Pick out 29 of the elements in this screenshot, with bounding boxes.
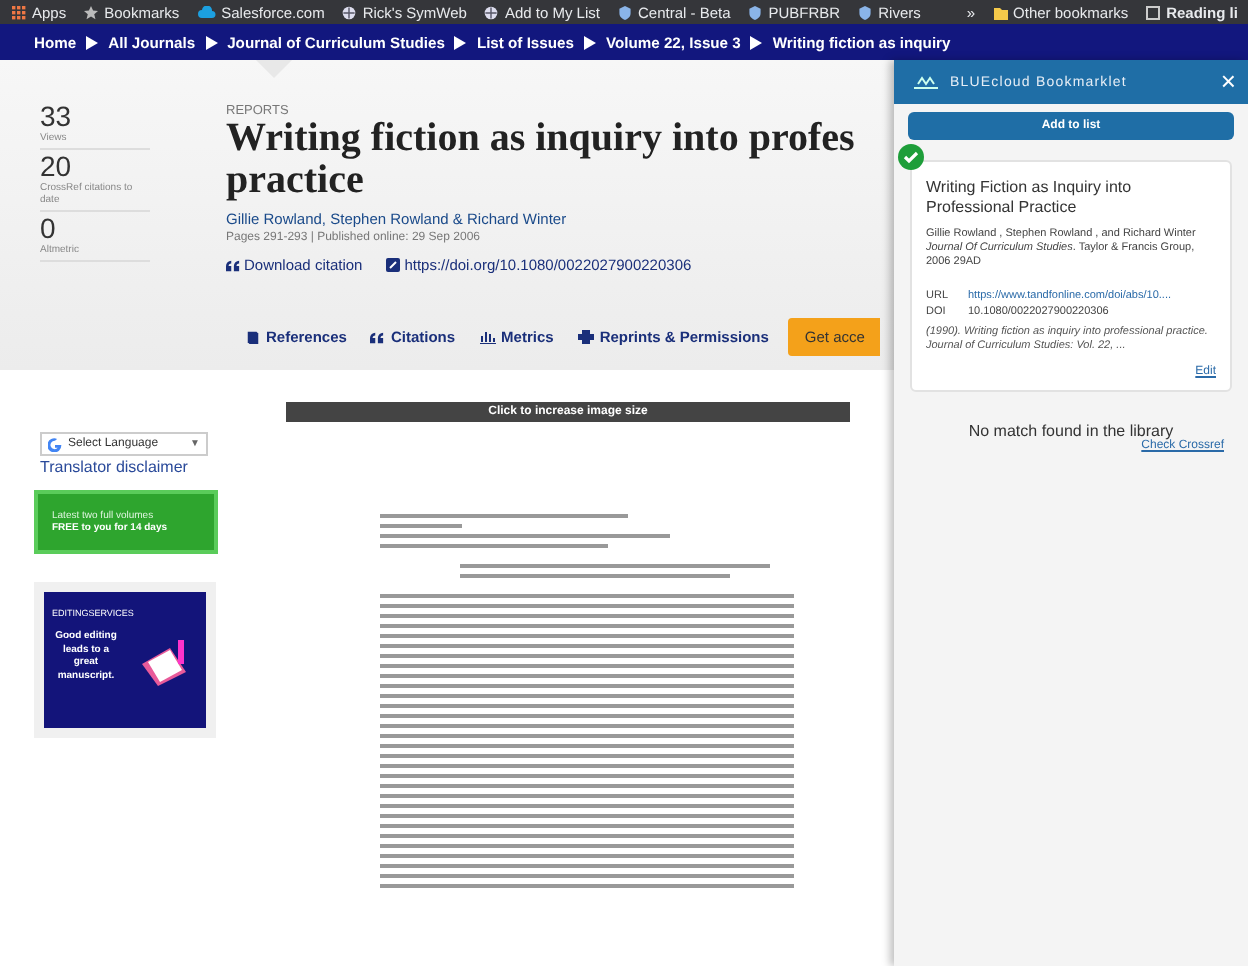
chevron-icon	[583, 35, 596, 49]
metric-value: 20	[40, 152, 74, 182]
folder-icon	[993, 5, 1008, 19]
book-icon	[246, 330, 260, 344]
chevron-icon	[750, 35, 763, 49]
metric-value: 0	[40, 214, 58, 244]
quote-icon	[226, 259, 240, 271]
globe-icon	[484, 5, 499, 19]
article-title: Writing fiction as inquiry into profes practice	[226, 118, 857, 202]
tab-pointer	[256, 60, 292, 78]
chevron-icon	[205, 35, 218, 49]
chevron-icon	[454, 35, 467, 49]
record-title: Writing Fiction as Inquiry into Professional Practice	[926, 178, 1134, 218]
globe-icon	[342, 5, 357, 19]
chevron-icon	[86, 35, 99, 49]
g-logo-icon	[48, 437, 62, 451]
shield-icon	[617, 5, 632, 19]
cloud-icon	[197, 6, 216, 18]
star-icon	[84, 5, 99, 19]
close-button[interactable]: ×	[1220, 70, 1236, 94]
match-status: No match found in the library	[966, 422, 1174, 440]
quote-icon	[370, 331, 385, 343]
shield-icon	[748, 5, 763, 19]
bar-chart-icon	[479, 330, 496, 344]
shield-icon	[858, 5, 873, 19]
metric-value: 33	[40, 102, 74, 132]
apps-grid-icon	[12, 5, 26, 19]
list-icon	[1146, 5, 1161, 19]
translator-disclaimer-link[interactable]: Translator disclaimer	[40, 458, 284, 476]
